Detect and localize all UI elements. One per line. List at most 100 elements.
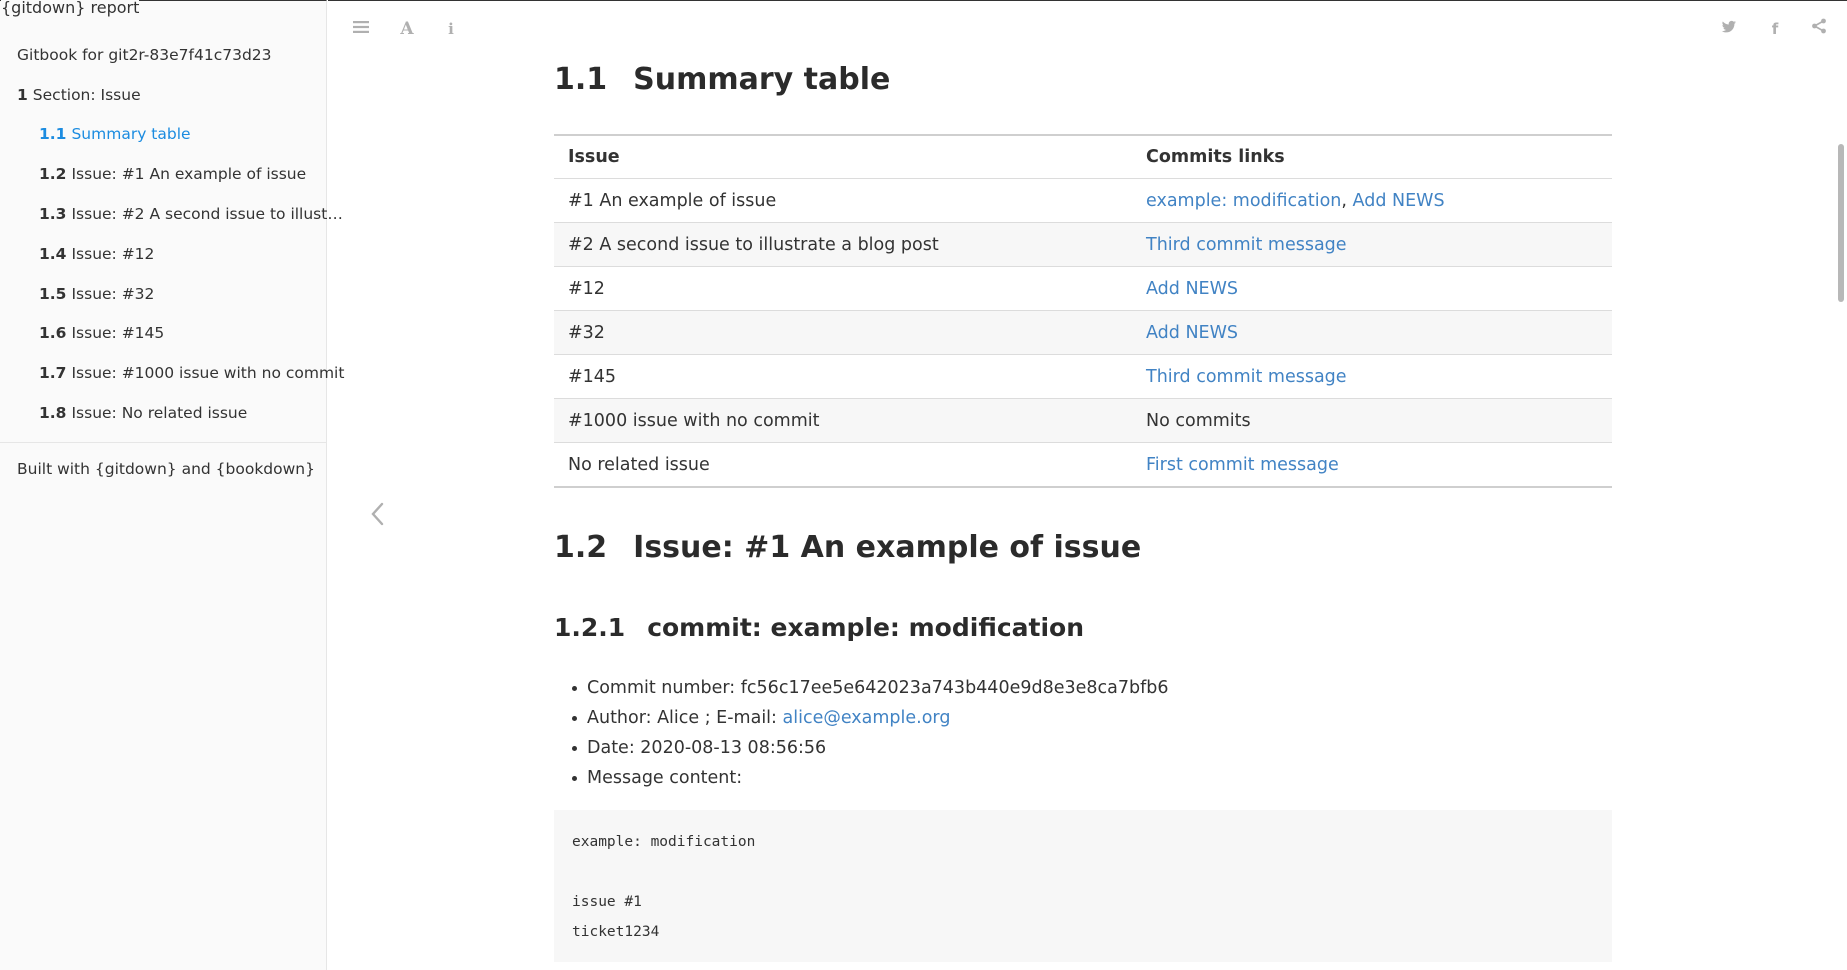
sidebar-item-number: 1.3 <box>39 205 67 223</box>
commits-cell: example: modification, Add NEWS <box>1132 178 1612 223</box>
twitter-icon[interactable] <box>1718 18 1740 40</box>
sidebar-item-number: 1.5 <box>39 285 67 303</box>
commit-number: fc56c17ee5e642023a743b440e9d8e3e8ca7bfb6 <box>740 678 1169 698</box>
email-link[interactable]: alice@example.org <box>783 708 951 728</box>
table-row: #1000 issue with no commit No commits <box>554 398 1612 443</box>
table-row: #32 Add NEWS <box>554 310 1612 355</box>
section-heading-issue-1: 1.2 Issue: #1 An example of issue <box>554 526 1141 570</box>
sidebar-item-number: 1.2 <box>39 165 67 183</box>
sidebar-item-number: 1.7 <box>39 364 67 382</box>
commit-link[interactable]: Add NEWS <box>1353 191 1445 211</box>
built-with-link[interactable]: Built with {gitdown} and {bookdown} <box>17 459 315 479</box>
issue-cell: #12 <box>554 266 1132 311</box>
sidebar-item-label: Issue: No related issue <box>71 404 248 422</box>
section-title: commit: example: modification <box>647 613 1085 642</box>
sidebar-item-number: 1.1 <box>39 125 67 143</box>
list-item: Commit number: fc56c17ee5e642023a743b440… <box>572 673 1169 703</box>
sidebar-item-number: 1 <box>17 86 28 104</box>
sidebar-item-issue-1[interactable]: 1.2 Issue: #1 An example of issue <box>39 164 306 184</box>
sidebar-item-number: 1.6 <box>39 324 67 342</box>
commit-link[interactable]: Add NEWS <box>1146 323 1238 343</box>
section-title: Summary table <box>633 62 891 97</box>
sidebar-item-number: 1.4 <box>39 245 67 263</box>
toolbar: A i f <box>328 0 1847 56</box>
share-icon[interactable] <box>1808 18 1830 40</box>
sidebar-item-issue-12[interactable]: 1.4 Issue: #12 <box>39 244 154 264</box>
sidebar-item-label: Issue: #32 <box>71 285 155 303</box>
author-label: Author: Alice ; E-mail: <box>587 708 783 728</box>
issue-cell: #1000 issue with no commit <box>554 398 1132 443</box>
facebook-icon[interactable]: f <box>1764 18 1786 40</box>
commit-link[interactable]: First commit message <box>1146 455 1339 475</box>
sidebar-item-label: Issue: #145 <box>71 324 165 342</box>
sidebar-item-label: Issue: #1000 issue with no commit <box>71 364 345 382</box>
list-item: Message content: <box>572 763 1169 793</box>
section-title: Issue: #1 An example of issue <box>633 530 1142 565</box>
sidebar-item-issue-1000[interactable]: 1.7 Issue: #1000 issue with no commit <box>39 363 344 383</box>
sidebar-item-no-related[interactable]: 1.8 Issue: No related issue <box>39 403 247 423</box>
commits-cell: Add NEWS <box>1132 266 1612 311</box>
menu-icon[interactable] <box>350 18 372 40</box>
sidebar-item-label: Summary table <box>71 125 191 143</box>
message-label: Message content: <box>587 768 743 788</box>
commit-link[interactable]: Third commit message <box>1146 235 1347 255</box>
commit-number-label: Commit number: <box>587 678 741 698</box>
sidebar-item-summary-table[interactable]: 1.1 Summary table <box>39 124 191 144</box>
sidebar-item-label: Issue: #2 A second issue to illust… <box>71 205 343 223</box>
summary-table: Issue Commits links #1 An example of iss… <box>554 134 1612 488</box>
section-number: 1.1 <box>554 62 608 97</box>
section-heading-summary-table: 1.1 Summary table <box>554 58 890 102</box>
commit-details-list: Commit number: fc56c17ee5e642023a743b440… <box>554 673 1169 793</box>
commit-link[interactable]: example: modification <box>1146 191 1341 211</box>
column-header-issue: Issue <box>568 147 620 167</box>
table-row: #1 An example of issue example: modifica… <box>554 178 1612 223</box>
subsection-heading-commit: 1.2.1 commit: example: modification <box>554 610 1084 646</box>
section-number: 1.2.1 <box>554 613 626 642</box>
table-row: #145 Third commit message <box>554 354 1612 399</box>
commits-cell: Third commit message <box>1132 222 1612 267</box>
sidebar-item-issue-145[interactable]: 1.6 Issue: #145 <box>39 323 164 343</box>
sidebar-item-label: Issue: #1 An example of issue <box>71 165 307 183</box>
font-icon[interactable]: A <box>396 18 418 40</box>
commits-cell: Add NEWS <box>1132 310 1612 355</box>
scrollbar[interactable] <box>1835 56 1847 970</box>
previous-page-icon[interactable] <box>366 496 390 532</box>
issue-cell: #145 <box>554 354 1132 399</box>
issue-cell: #1 An example of issue <box>554 178 1132 223</box>
list-item: Date: 2020-08-13 08:56:56 <box>572 733 1169 763</box>
table-row: No related issue First commit message <box>554 442 1612 488</box>
commit-link[interactable]: Third commit message <box>1146 367 1347 387</box>
commits-cell: First commit message <box>1132 442 1612 488</box>
sidebar-item-label: Section: Issue <box>32 86 141 104</box>
date-label: Date: <box>587 738 641 758</box>
code-line: ticket1234 <box>572 924 660 940</box>
sidebar-divider <box>0 442 326 443</box>
issue-cell: #32 <box>554 310 1132 355</box>
commit-message-block: example: modification issue #1 ticket1234 <box>554 810 1612 962</box>
commit-date: 2020-08-13 08:56:56 <box>640 738 827 758</box>
sidebar: Gitbook for git2r-83e7f41c73d23 1 Section… <box>0 0 344 970</box>
code-line: example: modification <box>572 834 756 850</box>
sidebar-item-number: 1.8 <box>39 404 67 422</box>
issue-cell: No related issue <box>554 442 1132 488</box>
scrollbar-thumb[interactable] <box>1838 144 1844 302</box>
book-title-link[interactable]: Gitbook for git2r-83e7f41c73d23 <box>17 45 272 65</box>
info-icon[interactable]: i <box>440 18 462 40</box>
commits-cell: No commits <box>1132 398 1612 443</box>
sidebar-item-issue-2[interactable]: 1.3 Issue: #2 A second issue to illust… <box>39 204 343 224</box>
list-item: Author: Alice ; E-mail: alice@example.or… <box>572 703 1169 733</box>
table-row: #12 Add NEWS <box>554 266 1612 311</box>
sidebar-item-label: Issue: #12 <box>71 245 155 263</box>
table-header-row: Issue Commits links <box>554 135 1612 179</box>
section-number: 1.2 <box>554 530 608 565</box>
issue-cell: #2 A second issue to illustrate a blog p… <box>554 222 1132 267</box>
commit-link[interactable]: Add NEWS <box>1146 279 1238 299</box>
table-row: #2 A second issue to illustrate a blog p… <box>554 222 1612 267</box>
code-line: issue #1 <box>572 894 642 910</box>
sidebar-item-issue-32[interactable]: 1.5 Issue: #32 <box>39 284 154 304</box>
sidebar-item-section-issue[interactable]: 1 Section: Issue <box>17 85 141 105</box>
column-header-commits: Commits links <box>1146 147 1285 167</box>
page-title: {gitdown} report <box>1 0 140 17</box>
commits-cell: Third commit message <box>1132 354 1612 399</box>
